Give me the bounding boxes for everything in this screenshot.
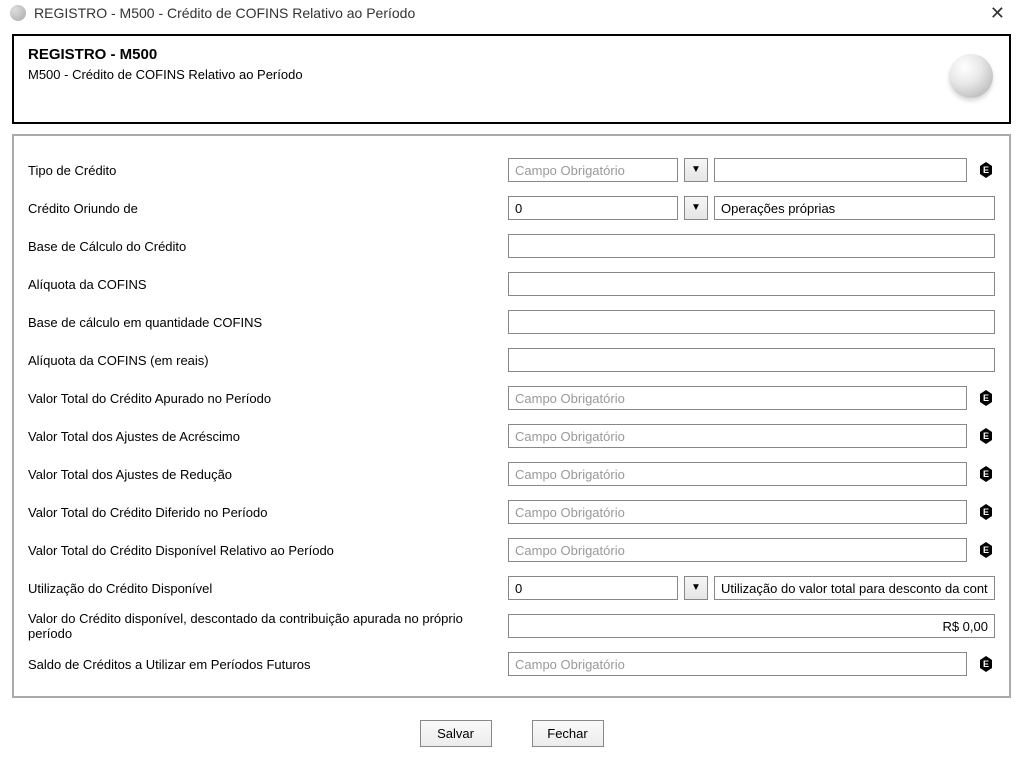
dropdown-credito-oriundo[interactable]: ▼ — [684, 196, 708, 220]
content-area: REGISTRO - M500 M500 - Crédito de COFINS… — [0, 26, 1023, 775]
label-credito-oriundo: Crédito Oriundo de — [28, 201, 508, 216]
header-title: REGISTRO - M500 — [28, 46, 995, 63]
label-valor-total-credito-apurado: Valor Total do Crédito Apurado no Períod… — [28, 391, 508, 406]
titlebar: REGISTRO - M500 - Crédito de COFINS Rela… — [0, 0, 1023, 26]
row-valor-total-ajustes-acrescimo: Valor Total dos Ajustes de Acréscimo E — [28, 420, 995, 452]
required-icon: E — [977, 503, 995, 521]
required-icon: E — [977, 389, 995, 407]
row-valor-total-ajustes-reducao: Valor Total dos Ajustes de Redução E — [28, 458, 995, 490]
label-aliquota-cofins: Alíquota da COFINS — [28, 277, 508, 292]
chevron-down-icon: ▼ — [691, 203, 701, 213]
sphere-icon — [949, 54, 993, 98]
label-aliquota-cofins-reais: Alíquota da COFINS (em reais) — [28, 353, 508, 368]
row-valor-total-credito-apurado: Valor Total do Crédito Apurado no Períod… — [28, 382, 995, 414]
label-saldo-creditos-futuros: Saldo de Créditos a Utilizar em Períodos… — [28, 657, 508, 672]
label-base-calculo-credito: Base de Cálculo do Crédito — [28, 239, 508, 254]
required-icon: E — [977, 427, 995, 445]
save-button[interactable]: Salvar — [420, 720, 492, 747]
form-panel: Tipo de Crédito ▼ E Crédito Oriundo de — [12, 134, 1011, 698]
required-icon: E — [977, 161, 995, 179]
svg-text:E: E — [983, 659, 989, 669]
close-button[interactable]: Fechar — [532, 720, 604, 747]
row-credito-oriundo: Crédito Oriundo de ▼ — [28, 192, 995, 224]
row-valor-total-credito-diferido: Valor Total do Crédito Diferido no Perío… — [28, 496, 995, 528]
input-credito-oriundo[interactable] — [508, 196, 678, 220]
chevron-down-icon: ▼ — [691, 583, 701, 593]
row-tipo-credito: Tipo de Crédito ▼ E — [28, 154, 995, 186]
row-saldo-creditos-futuros: Saldo de Créditos a Utilizar em Períodos… — [28, 648, 995, 680]
input-valor-total-ajustes-reducao[interactable] — [508, 462, 967, 486]
button-bar: Salvar Fechar — [12, 708, 1011, 763]
svg-text:E: E — [983, 431, 989, 441]
label-utilizacao-credito-disponivel: Utilização do Crédito Disponível — [28, 581, 508, 596]
input-utilizacao-credito-disponivel-desc[interactable] — [714, 576, 995, 600]
header-panel: REGISTRO - M500 M500 - Crédito de COFINS… — [12, 34, 1011, 124]
dropdown-tipo-credito[interactable]: ▼ — [684, 158, 708, 182]
app-icon — [10, 5, 26, 21]
input-tipo-credito-desc[interactable] — [714, 158, 967, 182]
input-valor-total-credito-disponivel[interactable] — [508, 538, 967, 562]
label-valor-credito-descontado: Valor do Crédito disponível, descontado … — [28, 611, 508, 641]
close-icon[interactable]: ✕ — [982, 0, 1013, 26]
row-base-calculo-qtd-cofins: Base de cálculo em quantidade COFINS — [28, 306, 995, 338]
label-valor-total-credito-disponivel: Valor Total do Crédito Disponível Relati… — [28, 543, 508, 558]
row-valor-total-credito-disponivel: Valor Total do Crédito Disponível Relati… — [28, 534, 995, 566]
label-valor-total-ajustes-acrescimo: Valor Total dos Ajustes de Acréscimo — [28, 429, 508, 444]
svg-text:E: E — [983, 507, 989, 517]
input-aliquota-cofins-reais[interactable] — [508, 348, 995, 372]
label-base-calculo-qtd-cofins: Base de cálculo em quantidade COFINS — [28, 315, 508, 330]
row-aliquota-cofins-reais: Alíquota da COFINS (em reais) — [28, 344, 995, 376]
header-subtitle: M500 - Crédito de COFINS Relativo ao Per… — [28, 67, 995, 82]
required-icon: E — [977, 541, 995, 559]
svg-text:E: E — [983, 393, 989, 403]
input-saldo-creditos-futuros[interactable] — [508, 652, 967, 676]
label-valor-total-credito-diferido: Valor Total do Crédito Diferido no Perío… — [28, 505, 508, 520]
svg-text:E: E — [983, 165, 989, 175]
chevron-down-icon: ▼ — [691, 165, 701, 175]
row-valor-credito-descontado: Valor do Crédito disponível, descontado … — [28, 610, 995, 642]
input-aliquota-cofins[interactable] — [508, 272, 995, 296]
input-valor-total-credito-diferido[interactable] — [508, 500, 967, 524]
dropdown-utilizacao-credito-disponivel[interactable]: ▼ — [684, 576, 708, 600]
input-valor-total-ajustes-acrescimo[interactable] — [508, 424, 967, 448]
input-valor-total-credito-apurado[interactable] — [508, 386, 967, 410]
required-icon: E — [977, 655, 995, 673]
input-valor-credito-descontado[interactable] — [508, 614, 995, 638]
input-tipo-credito[interactable] — [508, 158, 678, 182]
input-base-calculo-credito[interactable] — [508, 234, 995, 258]
row-utilizacao-credito-disponivel: Utilização do Crédito Disponível ▼ — [28, 572, 995, 604]
row-base-calculo-credito: Base de Cálculo do Crédito — [28, 230, 995, 262]
svg-text:E: E — [983, 469, 989, 479]
window-title: REGISTRO - M500 - Crédito de COFINS Rela… — [34, 5, 982, 21]
label-valor-total-ajustes-reducao: Valor Total dos Ajustes de Redução — [28, 467, 508, 482]
required-icon: E — [977, 465, 995, 483]
input-credito-oriundo-desc[interactable] — [714, 196, 995, 220]
input-base-calculo-qtd-cofins[interactable] — [508, 310, 995, 334]
window-root: REGISTRO - M500 - Crédito de COFINS Rela… — [0, 0, 1023, 768]
row-aliquota-cofins: Alíquota da COFINS — [28, 268, 995, 300]
label-tipo-credito: Tipo de Crédito — [28, 163, 508, 178]
input-utilizacao-credito-disponivel[interactable] — [508, 576, 678, 600]
svg-text:E: E — [983, 545, 989, 555]
